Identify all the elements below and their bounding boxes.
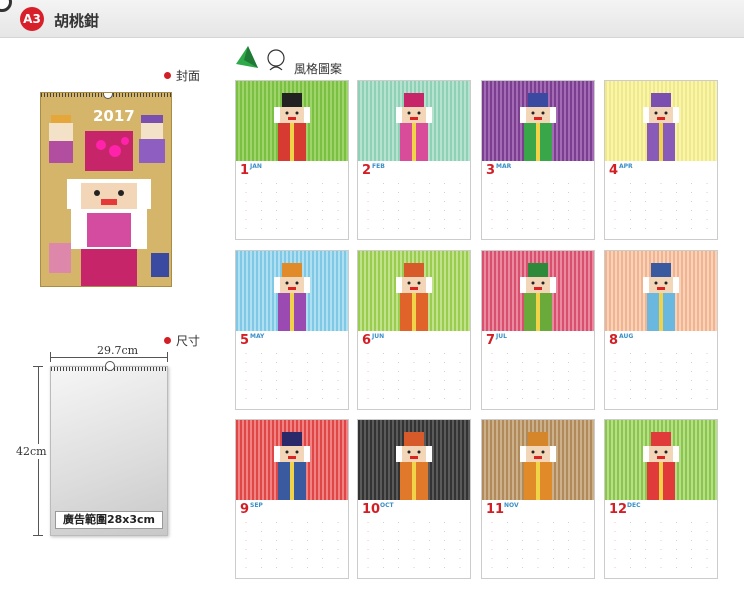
month-number: 12 bbox=[609, 502, 628, 517]
nutcracker-illustration bbox=[236, 251, 348, 331]
calendar-month-apr: 4 APR · · · · · · · · · · · · · · · · · · · · · · · · · · · · · · · · · · · ·… bbox=[604, 80, 718, 240]
cover-image: 2017 bbox=[40, 92, 172, 287]
calendar-month-jun: 6 JUN · · · · · · · · · · · · · · · · · · · · · · · · · · · · · · · · · · · ·… bbox=[357, 250, 471, 410]
calendar-month-mar: 3 MAR · · · · · · · · · · · · · · · · · · · · · · · · · · · · · · · · · · · ·… bbox=[481, 80, 595, 240]
width-tick-right bbox=[167, 352, 168, 362]
month-number: 9 bbox=[240, 502, 250, 517]
nutcracker-illustration bbox=[605, 81, 717, 161]
month-name: AUG bbox=[619, 333, 634, 340]
size-label: 尺寸 bbox=[176, 334, 201, 348]
corner-circle-icon bbox=[0, 0, 12, 12]
day-grid: · · · · · · · · · · · · · · · · · · · · · · · · · · · · · · · · · · · · · · · ·… bbox=[367, 351, 461, 401]
day-grid: · · · · · · · · · · · · · · · · · · · · · · · · · · · · · · · · · · · · · · · ·… bbox=[491, 520, 585, 570]
nutcracker-illustration bbox=[236, 420, 348, 500]
day-grid: · · · · · · · · · · · · · · · · · · · · · · · · · · · · · · · · · · · · · · · ·… bbox=[367, 181, 461, 231]
size-badge: A3 bbox=[20, 7, 44, 31]
cover-year: 2017 bbox=[93, 107, 135, 125]
calendar-month-may: 5 MAY · · · · · · · · · · · · · · · · · · · · · · · · · · · · · · · · · · · ·… bbox=[235, 250, 349, 410]
month-number: 6 bbox=[362, 333, 372, 348]
style-label: 風格圖案 bbox=[294, 62, 343, 76]
page-title: 胡桃鉗 bbox=[54, 12, 100, 30]
day-grid: · · · · · · · · · · · · · · · · · · · · · · · · · · · · · · · · · · · · · · · ·… bbox=[245, 351, 339, 401]
month-number: 5 bbox=[240, 333, 250, 348]
header-bar: A3 胡桃鉗 bbox=[0, 0, 744, 38]
day-grid: · · · · · · · · · · · · · · · · · · · · · · · · · · · · · · · · · · · · · · · ·… bbox=[491, 351, 585, 401]
nutcracker-illustration bbox=[358, 81, 470, 161]
month-name: DEC bbox=[627, 502, 641, 509]
month-number: 2 bbox=[362, 163, 372, 178]
width-tick-left bbox=[50, 352, 51, 362]
day-grid: · · · · · · · · · · · · · · · · · · · · · · · · · · · · · · · · · · · · · · · ·… bbox=[367, 520, 461, 570]
nutcracker-illustration bbox=[482, 420, 594, 500]
day-grid: · · · · · · · · · · · · · · · · · · · · · · · · · · · · · · · · · · · · · · · ·… bbox=[245, 181, 339, 231]
calendar-month-oct: 10 OCT · · · · · · · · · · · · · · · · · · · · · · · · · · · · · · · · · · ·… bbox=[357, 419, 471, 579]
month-number: 8 bbox=[609, 333, 619, 348]
width-dimension-line bbox=[50, 357, 168, 358]
month-name: APR bbox=[619, 163, 633, 170]
day-grid: · · · · · · · · · · · · · · · · · · · · · · · · · · · · · · · · · · · · · · · ·… bbox=[614, 520, 708, 570]
ad-area-label: 廣告範圍28x3cm bbox=[55, 511, 163, 529]
day-grid: · · · · · · · · · · · · · · · · · · · · · · · · · · · · · · · · · · · · · · · ·… bbox=[245, 520, 339, 570]
month-number: 7 bbox=[486, 333, 496, 348]
height-tick-bottom bbox=[33, 535, 43, 536]
calendar-month-jan: 1 JAN · · · · · · · · · · · · · · · · · · · · · · · · · · · · · · · · · · · ·… bbox=[235, 80, 349, 240]
month-name: FEB bbox=[372, 163, 385, 170]
calendar-month-dec: 12 DEC · · · · · · · · · · · · · · · · · · · · · · · · · · · · · · · · · · ·… bbox=[604, 419, 718, 579]
height-tick-top bbox=[33, 366, 43, 367]
height-value: 42cm bbox=[16, 444, 47, 459]
day-grid: · · · · · · · · · · · · · · · · · · · · · · · · · · · · · · · · · · · · · · · ·… bbox=[614, 351, 708, 401]
nutcracker-illustration bbox=[605, 420, 717, 500]
month-number: 4 bbox=[609, 163, 619, 178]
calendar-month-sep: 9 SEP · · · · · · · · · · · · · · · · · · · · · · · · · · · · · · · · · · · ·… bbox=[235, 419, 349, 579]
day-grid: · · · · · · · · · · · · · · · · · · · · · · · · · · · · · · · · · · · · · · · ·… bbox=[614, 181, 708, 231]
nutcracker-illustration bbox=[236, 81, 348, 161]
month-number: 11 bbox=[486, 502, 505, 517]
month-name: JUN bbox=[372, 333, 385, 340]
nutcracker-illustration bbox=[605, 251, 717, 331]
month-number: 1 bbox=[240, 163, 250, 178]
month-name: MAR bbox=[496, 163, 512, 170]
nutcracker-illustration bbox=[482, 81, 594, 161]
nutcracker-illustration bbox=[482, 251, 594, 331]
calendar-month-aug: 8 AUG · · · · · · · · · · · · · · · · · · · · · · · · · · · · · · · · · · · ·… bbox=[604, 250, 718, 410]
calendar-month-nov: 11 NOV · · · · · · · · · · · · · · · · · · · · · · · · · · · · · · · · · · ·… bbox=[481, 419, 595, 579]
size-diagram-sheet: 廣告範圍28x3cm bbox=[50, 361, 168, 536]
calendar-month-feb: 2 FEB · · · · · · · · · · · · · · · · · · · · · · · · · · · · · · · · · · · ·… bbox=[357, 80, 471, 240]
month-name: NOV bbox=[504, 502, 519, 509]
month-name: SEP bbox=[250, 502, 263, 509]
style-badge-icon bbox=[234, 42, 294, 80]
month-name: JUL bbox=[496, 333, 507, 340]
calendar-month-jul: 7 JUL · · · · · · · · · · · · · · · · · · · · · · · · · · · · · · · · · · · ·… bbox=[481, 250, 595, 410]
day-grid: · · · · · · · · · · · · · · · · · · · · · · · · · · · · · · · · · · · · · · · ·… bbox=[491, 181, 585, 231]
month-name: OCT bbox=[380, 502, 394, 509]
month-name: JAN bbox=[250, 163, 262, 170]
hanger-icon bbox=[105, 361, 115, 371]
bullet-icon bbox=[164, 72, 171, 79]
month-number: 3 bbox=[486, 163, 496, 178]
month-number: 10 bbox=[362, 502, 381, 517]
cover-label: 封面 bbox=[176, 69, 201, 83]
width-value: 29.7cm bbox=[95, 344, 141, 357]
month-name: MAY bbox=[250, 333, 265, 340]
nutcracker-illustration bbox=[358, 251, 470, 331]
nutcracker-illustration bbox=[358, 420, 470, 500]
bullet-icon bbox=[164, 337, 171, 344]
